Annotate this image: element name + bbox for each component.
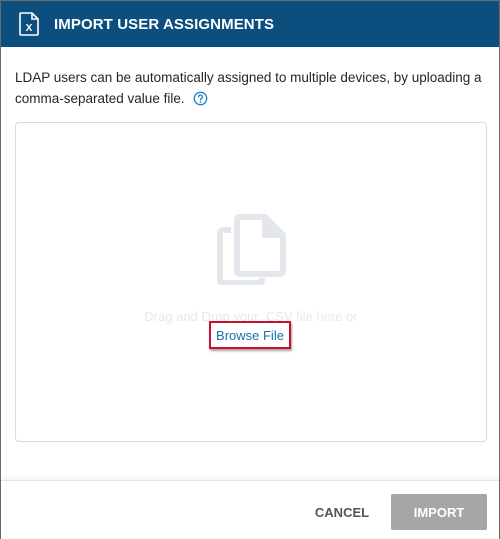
dialog-title: IMPORT USER ASSIGNMENTS <box>54 15 275 33</box>
question-circle-icon[interactable] <box>193 91 208 106</box>
dialog-description: LDAP users can be automatically assigned… <box>15 67 485 109</box>
excel-file-icon: X <box>19 12 39 36</box>
dialog-header: X IMPORT USER ASSIGNMENTS <box>1 1 499 47</box>
import-button[interactable]: IMPORT <box>391 494 487 530</box>
files-copy-icon <box>217 214 286 285</box>
cancel-button[interactable]: CANCEL <box>307 495 377 529</box>
browse-file-label: Browse File <box>216 327 284 343</box>
import-user-assignments-dialog: X IMPORT USER ASSIGNMENTS LDAP users can… <box>0 0 500 539</box>
file-dropzone[interactable]: Drag and Drop your .CSV file here or Bro… <box>15 122 487 442</box>
browse-file-button[interactable]: Browse File <box>209 321 291 349</box>
svg-text:X: X <box>26 23 33 34</box>
dialog-footer: CANCEL IMPORT <box>1 480 499 539</box>
description-text: LDAP users can be automatically assigned… <box>15 70 482 106</box>
